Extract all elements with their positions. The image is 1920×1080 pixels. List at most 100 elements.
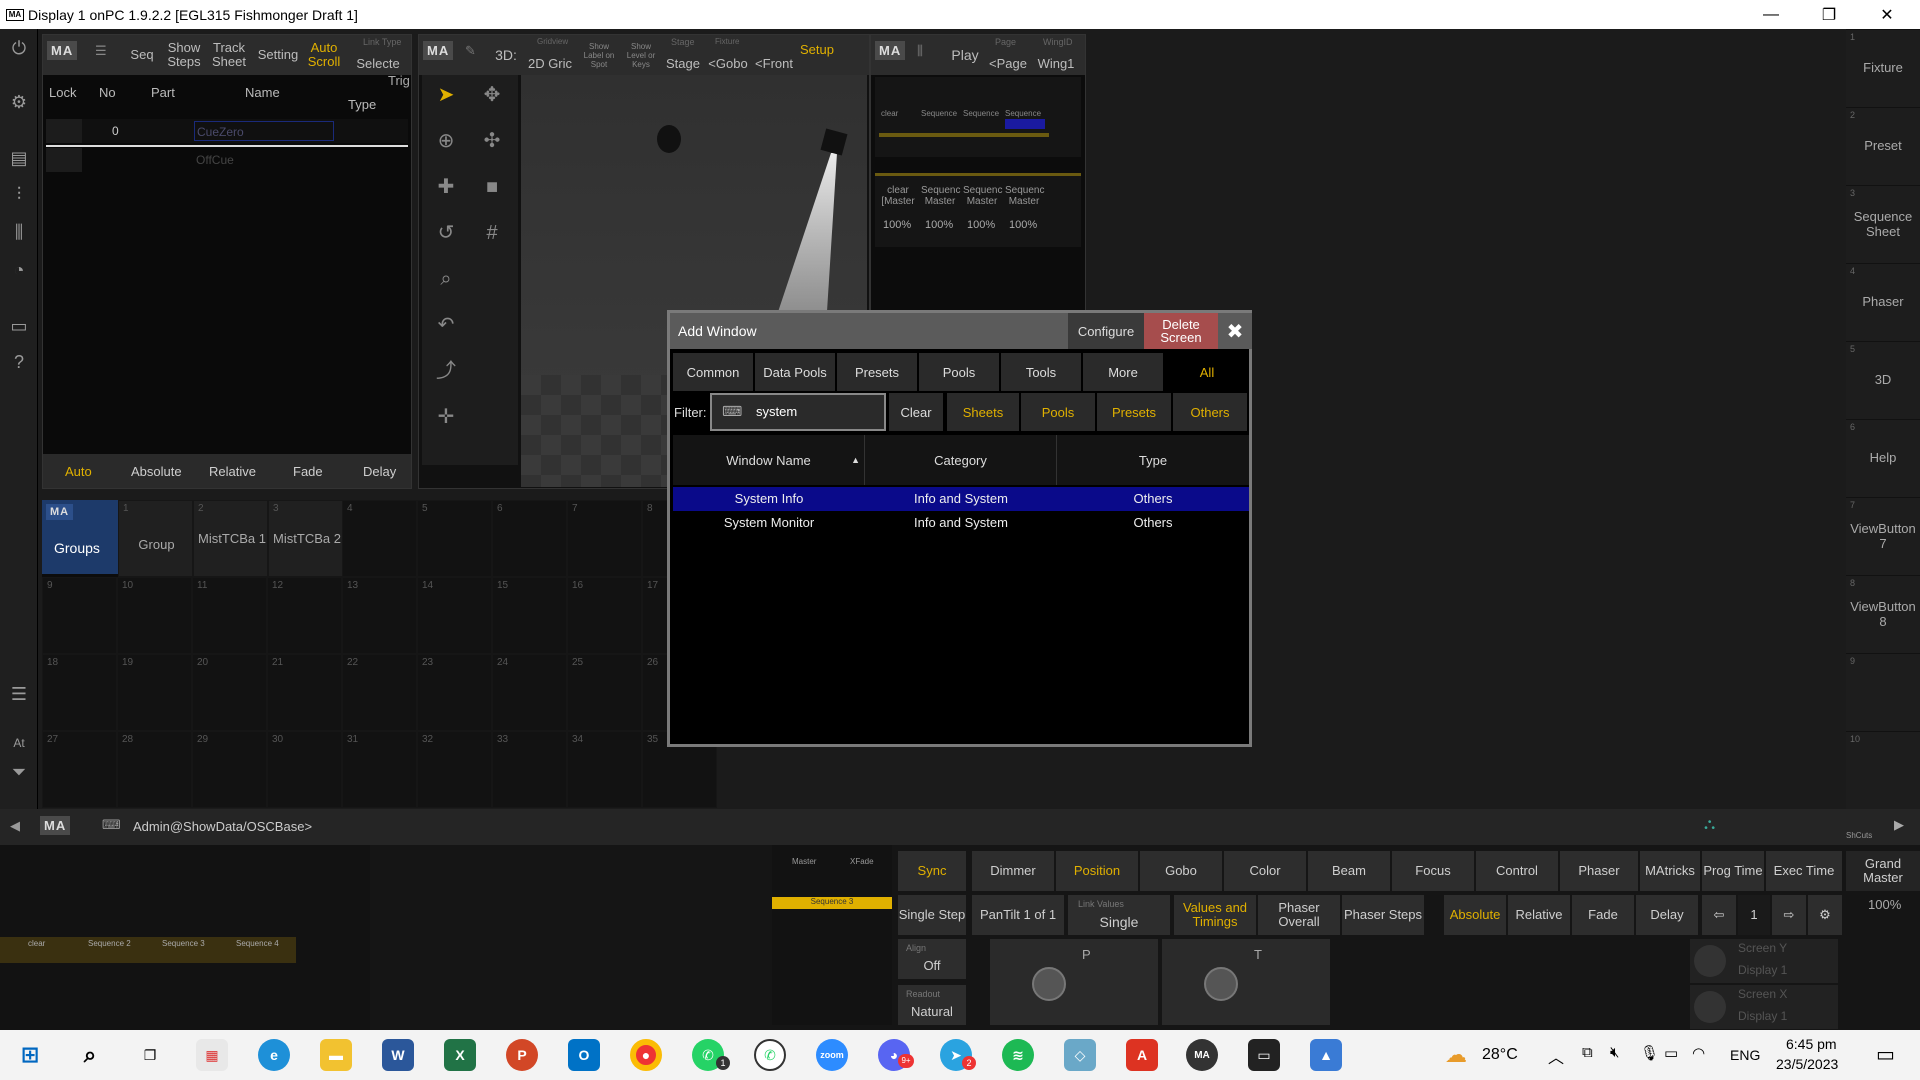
group-cell[interactable]: 3 MistTCBa 2	[268, 500, 343, 577]
tab-more[interactable]: More	[1083, 353, 1163, 391]
pantilt-button[interactable]: PanTilt 1 of 1	[972, 895, 1064, 935]
group-cell-empty[interactable]: 18	[42, 654, 117, 731]
col-type[interactable]: Type	[1057, 435, 1249, 485]
command-prompt[interactable]: Admin@ShowData/OSCBase>	[133, 819, 312, 834]
tab-data-pools[interactable]: Data Pools	[755, 353, 835, 391]
spotify-icon[interactable]: ≋	[1002, 1039, 1034, 1071]
encoder-knob-icon[interactable]	[1694, 991, 1726, 1023]
group-cell-empty[interactable]: 9	[42, 577, 117, 654]
edge-icon[interactable]: e	[258, 1039, 290, 1071]
view-button-phaser[interactable]: 4 Phaser	[1846, 263, 1920, 339]
tab-show-label-on-spot[interactable]: Show Label on Spot	[579, 35, 619, 75]
group-cell-empty[interactable]: 12	[267, 577, 342, 654]
whatsapp-desktop-icon[interactable]: ✆	[754, 1039, 786, 1071]
target-icon[interactable]: ✛	[432, 403, 460, 431]
phaser-steps-button[interactable]: Phaser Steps	[1342, 895, 1424, 935]
table-row[interactable]: 0 CueZero	[46, 119, 408, 143]
mode-fade[interactable]: Fade	[1572, 895, 1634, 935]
tab-tools[interactable]: Tools	[1001, 353, 1081, 391]
prog-time-button[interactable]: Prog Time	[1702, 851, 1764, 891]
view-button-8[interactable]: 8 ViewButton 8	[1846, 575, 1920, 651]
group-cell-empty[interactable]: 19	[117, 654, 192, 731]
cue-name[interactable]: CueZero	[194, 121, 334, 141]
col-window-name[interactable]: Window Name ▲	[673, 435, 865, 485]
ma-tag[interactable]: MA	[423, 41, 454, 60]
values-timings-button[interactable]: Values and Timings	[1174, 895, 1256, 935]
zoom-icon[interactable]: zoom	[816, 1039, 848, 1071]
group-cell-empty[interactable]: 32	[417, 731, 492, 808]
faders-icon[interactable]: ⫼	[8, 221, 30, 243]
group-cell-empty[interactable]: 15	[492, 577, 567, 654]
close-icon[interactable]: ✖	[1218, 313, 1252, 349]
tab-setting[interactable]: Setting	[253, 35, 303, 75]
excel-icon[interactable]: X	[444, 1039, 476, 1071]
tab-common[interactable]: Common	[673, 353, 753, 391]
groups-pool-title[interactable]: MA Groups	[42, 500, 118, 574]
clock-date[interactable]: 23/5/2023	[1776, 1056, 1838, 1072]
encoder-t[interactable]: T	[1162, 939, 1330, 1025]
preset-color[interactable]: Color	[1224, 851, 1306, 891]
group-cell-empty[interactable]: 11	[192, 577, 267, 654]
notification-icon[interactable]: ▭	[1876, 1042, 1895, 1067]
preset-gobo[interactable]: Gobo	[1140, 851, 1222, 891]
view-button-10[interactable]: 10	[1846, 731, 1920, 807]
gear-icon[interactable]: ⚙	[8, 91, 30, 113]
sync-button[interactable]: Sync	[898, 851, 966, 891]
keyboard-icon[interactable]: ⌨	[722, 403, 742, 420]
mode-absolute[interactable]: Absolute	[1444, 895, 1506, 935]
file-explorer-icon[interactable]: ▬	[320, 1039, 352, 1071]
fader-label[interactable]: Sequence 4	[236, 939, 279, 948]
tab-show-steps[interactable]: Show Steps	[163, 35, 205, 75]
phaser-overall-button[interactable]: Phaser Overall	[1258, 895, 1340, 935]
encoder-knob-icon[interactable]	[1204, 967, 1238, 1001]
move-icon[interactable]: ✥	[478, 81, 506, 109]
power-icon[interactable]: ⏻	[8, 37, 30, 59]
tab-show-level-or-keys[interactable]: Show Level or Keys	[621, 35, 661, 75]
rotate-icon[interactable]: ↺	[432, 219, 460, 247]
tab-all[interactable]: All	[1165, 353, 1249, 391]
group-cell-empty[interactable]: 23	[417, 654, 492, 731]
view-button-7[interactable]: 7 ViewButton 7	[1846, 497, 1920, 573]
group-cell-empty[interactable]: 25	[567, 654, 642, 731]
group-cell-empty[interactable]: 21	[267, 654, 342, 731]
group-cell-empty[interactable]: 33	[492, 731, 567, 808]
notes-icon[interactable]: ◇	[1064, 1039, 1096, 1071]
group-cell-empty[interactable]: 6	[492, 500, 567, 577]
tab-auto-scroll[interactable]: Auto Scroll	[303, 35, 345, 75]
terminal-icon[interactable]: ▭	[1248, 1039, 1280, 1071]
group-cell-empty[interactable]: 10	[117, 577, 192, 654]
group-cell[interactable]: 2 MistTCBa 1	[193, 500, 268, 577]
view-button-help[interactable]: 6 Help	[1846, 419, 1920, 495]
group-cell-empty[interactable]: 29	[192, 731, 267, 808]
view-button-9[interactable]: 9	[1846, 653, 1920, 729]
move-icon[interactable]: ✣	[478, 127, 506, 155]
group-cell-empty[interactable]: 7	[567, 500, 642, 577]
weather-temp[interactable]: 28°C	[1482, 1046, 1518, 1064]
master-label[interactable]: Sequenc Master	[963, 185, 1002, 207]
master-label[interactable]: Sequenc Master	[1005, 185, 1044, 207]
group-cell-empty[interactable]: 27	[42, 731, 117, 808]
rotate-move-icon[interactable]: ⤴	[432, 357, 460, 385]
encoder-settings-icon[interactable]: ⚙	[1808, 895, 1842, 935]
ma-tag[interactable]: MA	[40, 816, 71, 835]
mode-absolute[interactable]: Absolute	[131, 464, 182, 479]
select-arrow-icon[interactable]: ➤	[432, 81, 460, 109]
view-button-3d[interactable]: 5 3D	[1846, 341, 1920, 417]
page-next-icon[interactable]: ⇨	[1772, 895, 1806, 935]
view-button-preset[interactable]: 2 Preset	[1846, 107, 1920, 183]
filter-presets-button[interactable]: Presets	[1097, 393, 1171, 431]
mode-fade[interactable]: Fade	[293, 464, 323, 479]
group-cell-empty[interactable]: 28	[117, 731, 192, 808]
camera-icon[interactable]: ■	[478, 173, 506, 201]
meet-now-icon[interactable]: ⧉	[1582, 1044, 1593, 1061]
fader-label[interactable]: clear	[28, 939, 45, 948]
chevron-up-icon[interactable]: ︿	[1548, 1044, 1564, 1068]
tab-track-sheet[interactable]: Track Sheet	[205, 35, 253, 75]
ma-tag[interactable]: MA	[47, 41, 78, 60]
monitor-icon[interactable]: ▭	[8, 315, 30, 337]
chevron-left-icon[interactable]: ◀	[10, 818, 20, 834]
crosshair-icon[interactable]: ⊕	[432, 127, 460, 155]
list-icon[interactable]: ☰	[8, 683, 30, 705]
ma-tag[interactable]: MA	[875, 41, 906, 60]
maximize-button[interactable]: ❐	[1800, 0, 1858, 29]
